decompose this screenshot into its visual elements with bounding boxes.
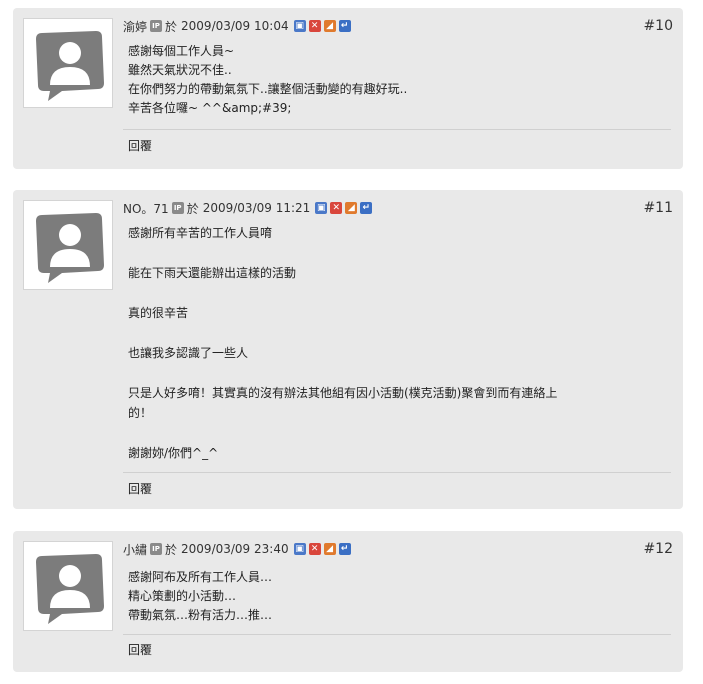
author-name[interactable]: 渝婷: [123, 18, 147, 35]
author-name[interactable]: NO。71: [123, 200, 169, 217]
author-name[interactable]: 小繡: [123, 541, 147, 558]
report-icon[interactable]: ◢: [323, 543, 336, 555]
divider: [123, 634, 671, 635]
quote-reply-icon[interactable]: ↵: [338, 543, 351, 555]
content-line: 謝謝妳/你們^_^: [128, 446, 219, 460]
content-line: 雖然天氣狀況不佳..: [128, 63, 232, 77]
content-line: [128, 284, 671, 304]
reply-button[interactable]: 回覆: [128, 641, 152, 658]
at-label: 於: [165, 542, 178, 557]
post-datetime: 2009/03/09 11:21: [202, 201, 311, 215]
delete-icon[interactable]: ✕: [308, 543, 321, 555]
quote-reply-icon[interactable]: ↵: [360, 202, 373, 214]
reply-button[interactable]: 回覆: [128, 137, 152, 154]
at-label: 於: [165, 19, 178, 34]
content-line: 只是人好多唷！其實真的沒有辦法其他組有因小活動(樸克活動)聚會到而有連絡上: [128, 386, 558, 400]
report-icon[interactable]: ◢: [323, 20, 336, 32]
at-label: 於: [186, 201, 199, 216]
delete-icon[interactable]: ✕: [330, 202, 343, 214]
content-line: 真的很辛苦: [128, 306, 189, 320]
ip-icon[interactable]: IP: [171, 202, 184, 214]
post-content: 感謝所有辛苦的工作人員唷 能在下雨天還能辦出這樣的活動 真的很辛苦 也讓我多認識…: [128, 224, 671, 464]
content-line: 感謝每個工作人員~: [128, 44, 235, 58]
content-line: 帶動氣氛…粉有活力…推…: [128, 608, 273, 622]
reply-button[interactable]: 回覆: [128, 480, 152, 497]
lock-icon[interactable]: ▣: [315, 202, 328, 214]
content-line: 感謝阿布及所有工作人員…: [128, 570, 273, 584]
post-meta: 小繡 IP 於 2009/03/09 23:40 ▣ ✕ ◢ ↵: [123, 541, 351, 557]
post-card: NO。71 IP 於 2009/03/09 11:21 ▣ ✕ ◢ ↵ #11 …: [13, 190, 683, 509]
post-card: 渝婷 IP 於 2009/03/09 10:04 ▣ ✕ ◢ ↵ #10 感謝每…: [13, 8, 683, 169]
report-icon[interactable]: ◢: [345, 202, 358, 214]
default-avatar-icon[interactable]: [23, 541, 113, 631]
post-content: 感謝每個工作人員~ 雖然天氣狀況不佳.. 在你們努力的帶動氣氛下..讓整個活動變…: [128, 42, 671, 118]
content-line: [128, 244, 671, 264]
content-line: [128, 424, 671, 444]
content-line: [128, 324, 671, 344]
ip-icon[interactable]: IP: [150, 20, 163, 32]
floor-number[interactable]: #12: [643, 541, 673, 557]
content-line: 也讓我多認識了一些人: [128, 346, 249, 360]
quote-reply-icon[interactable]: ↵: [338, 20, 351, 32]
lock-icon[interactable]: ▣: [293, 20, 306, 32]
lock-icon[interactable]: ▣: [293, 543, 306, 555]
post-card: 小繡 IP 於 2009/03/09 23:40 ▣ ✕ ◢ ↵ #12 感謝阿…: [13, 531, 683, 672]
content-line: 辛苦各位囉~ ^^&amp;#39;: [128, 101, 292, 115]
post-datetime: 2009/03/09 23:40: [181, 542, 289, 556]
divider: [123, 129, 671, 130]
content-line: 在你們努力的帶動氣氛下..讓整個活動變的有趣好玩..: [128, 82, 408, 96]
ip-icon[interactable]: IP: [150, 543, 163, 555]
content-line: 感謝所有辛苦的工作人員唷: [128, 226, 273, 240]
content-line: 的！: [128, 406, 153, 420]
divider: [123, 472, 671, 473]
content-line: [128, 364, 671, 384]
post-meta: NO。71 IP 於 2009/03/09 11:21 ▣ ✕ ◢ ↵: [123, 200, 373, 217]
content-line: 能在下雨天還能辦出這樣的活動: [128, 266, 297, 280]
default-avatar-icon[interactable]: [23, 200, 113, 290]
delete-icon[interactable]: ✕: [308, 20, 321, 32]
floor-number[interactable]: #11: [643, 200, 673, 216]
floor-number[interactable]: #10: [643, 18, 673, 34]
post-datetime: 2009/03/09 10:04: [181, 19, 289, 33]
content-line: 精心策劃的小活動…: [128, 589, 237, 603]
default-avatar-icon[interactable]: [23, 18, 113, 108]
post-meta: 渝婷 IP 於 2009/03/09 10:04 ▣ ✕ ◢ ↵: [123, 18, 351, 34]
post-content: 感謝阿布及所有工作人員… 精心策劃的小活動… 帶動氣氛…粉有活力…推…: [128, 568, 671, 625]
